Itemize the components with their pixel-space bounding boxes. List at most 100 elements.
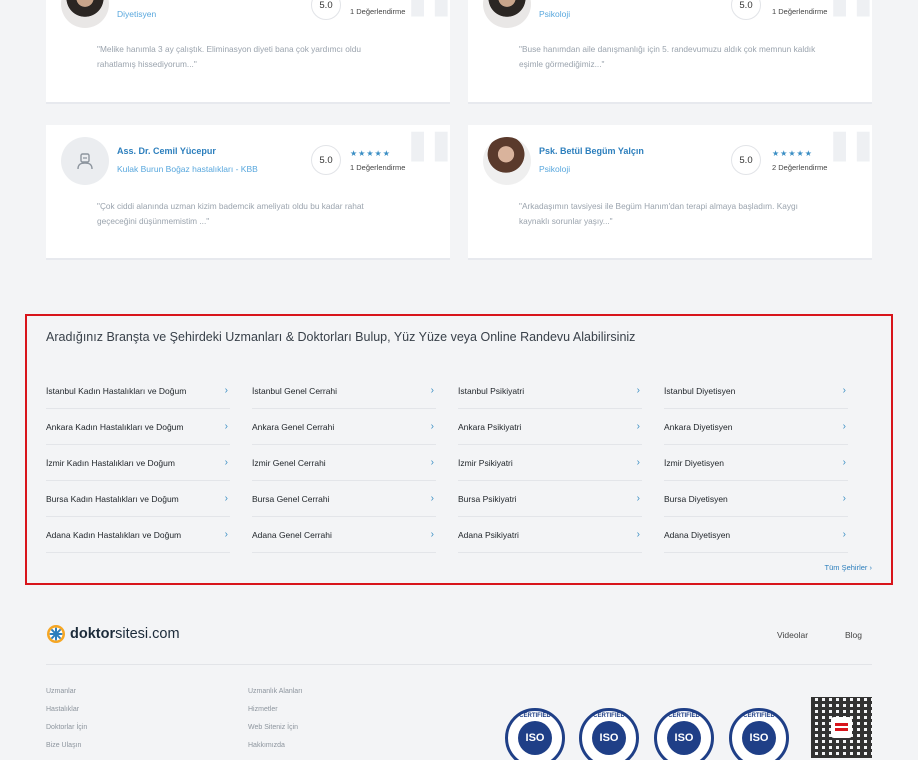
branch-link-label: Adana Kadın Hastalıkları ve Doğum [46,529,182,540]
review-count: 1 Değerlendirme [350,7,406,16]
branch-link[interactable]: İzmir Diyetisyen › [664,445,848,481]
branch-city-section: Aradığınız Branşta ve Şehirdeki Uzmanlar… [25,314,893,585]
all-cities-link[interactable]: Tüm Şehirler › [824,563,872,572]
site-logo[interactable]: doktorsitesi.com [46,624,180,644]
quote-icon: " [401,125,450,229]
chevron-right-icon: › [430,493,434,504]
review-text: "Melike hanımla 3 ay çalıştık. Eliminasy… [97,44,361,69]
branch-link[interactable]: İstanbul Genel Cerrahi › [252,373,436,409]
footer-link[interactable]: Hakkımızda [248,740,302,758]
branch-link-label: İzmir Genel Cerrahi [252,457,326,468]
footer-link[interactable]: Hizmetler [248,704,302,722]
cert-label: CERTIFIED [743,713,775,719]
doctor-name[interactable]: Psk. Betül Begüm Yalçın [539,146,644,156]
footer-link[interactable]: Uzmanlar [46,686,87,704]
review-count: 1 Değerlendirme [350,163,406,172]
chevron-right-icon: › [636,421,640,432]
cert-label: CERTIFIED [593,713,625,719]
doctor-name[interactable]: Ass. Dr. Cemil Yücepur [117,146,216,156]
chevron-right-icon: › [842,493,846,504]
branch-link-label: Bursa Kadın Hastalıkları ve Doğum [46,493,179,504]
branch-link[interactable]: Adana Genel Cerrahi › [252,517,436,553]
footer-link[interactable]: Hastalıklar [46,704,87,722]
doctor-specialty: Psikoloji [539,164,571,174]
chevron-right-icon: › [842,421,846,432]
branch-link[interactable]: İstanbul Kadın Hastalıkları ve Doğum › [46,373,230,409]
logo-text: doktorsitesi.com [70,626,180,642]
review-card[interactable]: " Psk. Betül Begüm Yalçın Psikoloji 5.0 … [468,125,872,260]
branch-link-label: Ankara Psikiyatri [458,421,522,432]
branch-link[interactable]: Adana Diyetisyen › [664,517,848,553]
rating-score: 5.0 [731,0,761,20]
doctor-specialty: Kulak Burun Boğaz hastalıkları - KBB [117,164,258,174]
branch-link-label: İstanbul Kadın Hastalıkları ve Doğum [46,385,187,396]
branch-link[interactable]: İzmir Psikiyatri › [458,445,642,481]
iso-label: ISO [667,721,701,755]
avatar [483,0,531,28]
chevron-right-icon: › [636,493,640,504]
branch-link-label: Bursa Psikiyatri [458,493,517,504]
branch-link[interactable]: İzmir Genel Cerrahi › [252,445,436,481]
chevron-right-icon: › [224,421,228,432]
branch-link[interactable]: Ankara Genel Cerrahi › [252,409,436,445]
iso-certificate-badge: CERTIFIED ISO [729,708,789,760]
branch-link[interactable]: Bursa Psikiyatri › [458,481,642,517]
logo-icon [47,625,65,643]
branch-link[interactable]: Adana Kadın Hastalıkları ve Doğum › [46,517,230,553]
chevron-right-icon: › [636,457,640,468]
chevron-right-icon: › [224,385,228,396]
quote-icon: " [401,0,450,84]
doctor-specialty: Diyetisyen [117,9,157,19]
iso-label: ISO [592,721,626,755]
iso-certificate-badge: CERTIFIED ISO [579,708,639,760]
branch-link[interactable]: İstanbul Diyetisyen › [664,373,848,409]
iso-label: ISO [518,721,552,755]
footer-divider [46,664,872,665]
review-count: 2 Değerlendirme [772,163,828,172]
branch-link-label: İstanbul Diyetisyen [664,385,736,396]
review-text: "Çok ciddi alanında uzman kizim bademcik… [97,201,364,226]
review-card[interactable]: " Psikoloji 5.0 ★★★★★ 1 Değerlendirme "B… [468,0,872,104]
avatar [483,137,531,185]
rating-score: 5.0 [311,0,341,20]
branch-link[interactable]: Bursa Genel Cerrahi › [252,481,436,517]
review-card[interactable]: " Ass. Dr. Cemil Yücepur Kulak Burun Boğ… [46,125,450,260]
branch-link-label: İzmir Diyetisyen [664,457,724,468]
chevron-right-icon: › [842,457,846,468]
branch-column-diyetisyen: İstanbul Diyetisyen › Ankara Diyetisyen › … [664,373,848,553]
branch-link[interactable]: Ankara Diyetisyen › [664,409,848,445]
branch-link[interactable]: Bursa Kadın Hastalıkları ve Doğum › [46,481,230,517]
chevron-right-icon: › [430,385,434,396]
branch-link[interactable]: Bursa Diyetisyen › [664,481,848,517]
avatar [61,0,109,28]
footer-link[interactable]: Uzmanlık Alanları [248,686,302,704]
branch-column-kadin-hastaliklari: İstanbul Kadın Hastalıkları ve Doğum › An… [46,373,230,553]
chevron-right-icon: › [636,385,640,396]
footer-links-col1: Uzmanlar Hastalıklar Doktorlar İçin Bize… [46,686,87,758]
doctor-placeholder-icon [77,153,93,170]
chevron-right-icon: › [224,529,228,540]
branch-link[interactable]: Ankara Kadın Hastalıkları ve Doğum › [46,409,230,445]
chevron-right-icon: › [842,385,846,396]
branch-link-label: İzmir Kadın Hastalıkları ve Doğum [46,457,175,468]
chevron-right-icon: › [430,421,434,432]
chevron-right-icon: › [224,457,228,468]
branch-link[interactable]: İzmir Kadın Hastalıkları ve Doğum › [46,445,230,481]
branch-link[interactable]: İstanbul Psikiyatri › [458,373,642,409]
footer-nav-blog[interactable]: Blog [845,630,862,640]
rating-score: 5.0 [311,145,341,175]
footer-links-col2: Uzmanlık Alanları Hizmetler Web Siteniz … [248,686,302,758]
footer-link[interactable]: Doktorlar İçin [46,722,87,740]
footer-nav-videolar[interactable]: Videolar [777,630,808,640]
branch-link[interactable]: Adana Psikiyatri › [458,517,642,553]
branch-link-label: Adana Diyetisyen [664,529,731,540]
review-card[interactable]: " Diyetisyen 5.0 ★★★★★ 1 Değerlendirme "… [46,0,450,104]
iso-certificate-badge: CERTIFIED ISO [654,708,714,760]
branch-column-genel-cerrahi: İstanbul Genel Cerrahi › Ankara Genel Cer… [252,373,436,553]
footer-link[interactable]: Web Siteniz İçin [248,722,302,740]
rating-stars: ★★★★★ [772,149,813,158]
footer-link[interactable]: Bize Ulaşın [46,740,87,758]
branch-link[interactable]: Ankara Psikiyatri › [458,409,642,445]
branch-link-label: Ankara Diyetisyen [664,421,733,432]
chevron-right-icon: › [430,457,434,468]
